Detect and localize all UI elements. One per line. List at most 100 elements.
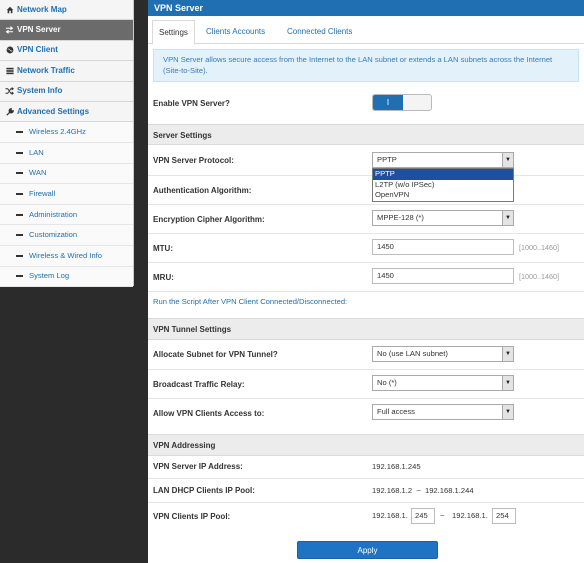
protocol-label: VPN Server Protocol: — [153, 156, 234, 165]
broadcast-label: Broadcast Traffic Relay: — [153, 380, 245, 389]
cipher-select[interactable]: MPPE-128 (*) ▼ — [372, 210, 514, 226]
mtu-label: MTU: — [153, 244, 173, 253]
enable-vpn-label: Enable VPN Server? — [153, 99, 230, 108]
sidebar-item-network-map[interactable]: Network Map — [0, 0, 133, 21]
enable-vpn-row: Enable VPN Server? — [148, 89, 584, 117]
subitem-label: WAN — [29, 168, 47, 178]
mru-row: MRU: [1000..1460] — [148, 262, 584, 291]
section-title: VPN Tunnel Settings — [153, 325, 232, 334]
sidebar-item-advanced-settings[interactable]: Advanced Settings — [0, 102, 133, 123]
tab-bar: Settings Clients Accounts Connected Clie… — [148, 16, 584, 45]
main-panel: VPN Server Settings Clients Accounts Con… — [148, 0, 584, 563]
subitem-label: Firewall — [29, 188, 56, 198]
subitem-label: Administration — [29, 209, 78, 219]
sidebar: Network Map VPN Server VPN Client Networ… — [0, 0, 134, 288]
chevron-down-icon[interactable]: ▼ — [502, 153, 513, 167]
access-selected-value: Full access — [377, 407, 415, 416]
sidebar-subitem-wan[interactable]: WAN — [0, 163, 133, 185]
sidebar-item-label: System Info — [17, 86, 63, 96]
dash-icon — [16, 213, 23, 216]
dhcp-pool-label: LAN DHCP Clients IP Pool: — [153, 486, 255, 495]
subnet-label: Allocate Subnet for VPN Tunnel? — [153, 350, 278, 359]
dhcp-pool-value: 192.168.1.2 ~ 192.168.1.244 — [372, 486, 474, 495]
tunnel-settings-header: VPN Tunnel Settings — [148, 318, 584, 340]
sidebar-subitem-lan[interactable]: LAN — [0, 142, 133, 164]
protocol-option-openvpn[interactable]: OpenVPN — [373, 190, 513, 201]
subitem-label: Wireless 2.4GHz — [29, 127, 86, 137]
enable-vpn-toggle[interactable]: I — [372, 94, 432, 111]
dash-icon — [16, 254, 23, 257]
subnet-select[interactable]: No (use LAN subnet) ▼ — [372, 346, 514, 362]
subnet-selected-value: No (use LAN subnet) — [377, 349, 448, 358]
sidebar-subitem-administration[interactable]: Administration — [0, 204, 133, 226]
chevron-down-icon[interactable]: ▼ — [502, 211, 513, 225]
sidebar-subitem-wireless-24ghz[interactable]: Wireless 2.4GHz — [0, 122, 133, 143]
protocol-dropdown-list: PPTP L2TP (w/o IPSec) OpenVPN — [372, 168, 514, 202]
broadcast-selected-value: No (*) — [377, 378, 397, 387]
sidebar-subitem-customization[interactable]: Customization — [0, 225, 133, 246]
tab-clients-accounts[interactable]: Clients Accounts — [200, 20, 271, 45]
dash-icon — [16, 275, 23, 278]
wrench-icon — [4, 107, 15, 116]
auth-label: Authentication Algorithm: — [153, 186, 252, 195]
broadcast-row: Broadcast Traffic Relay: — [148, 369, 584, 398]
clients-pool-start-input[interactable]: 245 — [411, 508, 435, 524]
globe-icon — [4, 46, 15, 54]
access-label: Allow VPN Clients Access to: — [153, 409, 265, 418]
cipher-row: Encryption Cipher Algorithm: — [148, 204, 584, 233]
sidebar-item-vpn-client[interactable]: VPN Client — [0, 41, 133, 62]
protocol-select[interactable]: PPTP ▼ — [372, 152, 514, 168]
sidebar-subitem-wireless-wired-info[interactable]: Wireless & Wired Info — [0, 245, 133, 267]
mru-input[interactable]: 1450 — [372, 268, 514, 284]
apply-button[interactable]: Apply — [297, 541, 438, 559]
sidebar-subitem-firewall[interactable]: Firewall — [0, 184, 133, 205]
protocol-row: VPN Server Protocol: — [148, 146, 584, 175]
mru-label: MRU: — [153, 273, 174, 282]
access-select[interactable]: Full access ▼ — [372, 404, 514, 420]
sidebar-item-network-traffic[interactable]: Network Traffic — [0, 61, 133, 82]
clients-pool-end-input[interactable]: 254 — [492, 508, 516, 524]
protocol-selected-value: PPTP — [377, 155, 397, 164]
mru-hint: [1000..1460] — [519, 272, 559, 281]
subitem-label: LAN — [29, 147, 44, 157]
clients-pool-prefix-end: 192.168.1. — [452, 511, 488, 520]
protocol-option-pptp[interactable]: PPTP — [373, 169, 513, 180]
sidebar-item-system-info[interactable]: System Info — [0, 82, 133, 102]
list-icon — [4, 67, 15, 75]
server-ip-row: VPN Server IP Address: 192.168.1.245 — [148, 456, 584, 478]
sidebar-item-label: VPN Client — [17, 45, 58, 55]
sidebar-item-label: Advanced Settings — [17, 106, 90, 116]
server-ip-value: 192.168.1.245 — [372, 462, 421, 471]
subitem-label: Wireless & Wired Info — [29, 250, 103, 260]
section-title: Server Settings — [153, 131, 212, 140]
exchange-icon — [4, 26, 15, 34]
sidebar-item-label: VPN Server — [17, 25, 61, 35]
subitem-label: Customization — [29, 230, 78, 240]
info-message: VPN Server allows secure access from the… — [153, 49, 579, 82]
tab-settings[interactable]: Settings — [152, 20, 195, 45]
sidebar-subitem-system-log[interactable]: System Log — [0, 266, 133, 288]
auth-row: Authentication Algorithm: — [148, 175, 584, 204]
sidebar-item-vpn-server[interactable]: VPN Server — [0, 20, 133, 41]
mtu-hint: [1000..1460] — [519, 243, 559, 252]
chevron-down-icon[interactable]: ▼ — [502, 347, 513, 361]
clients-pool-prefix-start: 192.168.1. — [372, 511, 408, 520]
dash-icon — [16, 192, 23, 195]
dash-icon — [16, 234, 23, 237]
broadcast-select[interactable]: No (*) ▼ — [372, 375, 514, 391]
subitem-label: System Log — [29, 271, 70, 281]
chevron-down-icon[interactable]: ▼ — [502, 405, 513, 419]
clients-pool-separator: ~ — [440, 511, 445, 520]
mtu-input[interactable]: 1450 — [372, 239, 514, 255]
cipher-selected-value: MPPE-128 (*) — [377, 213, 424, 222]
shuffle-icon — [4, 87, 15, 96]
protocol-option-l2tp[interactable]: L2TP (w/o IPSec) — [373, 180, 513, 191]
server-settings-header: Server Settings — [148, 124, 584, 145]
page-title: VPN Server — [148, 0, 584, 16]
server-ip-label: VPN Server IP Address: — [153, 462, 243, 471]
run-script-link[interactable]: Run the Script After VPN Client Connecte… — [153, 297, 347, 306]
cipher-label: Encryption Cipher Algorithm: — [153, 215, 265, 224]
chevron-down-icon[interactable]: ▼ — [502, 376, 513, 390]
tab-connected-clients[interactable]: Connected Clients — [281, 20, 358, 45]
clients-pool-row: VPN Clients IP Pool: 192.168.1. ~ 192.16… — [148, 502, 584, 530]
